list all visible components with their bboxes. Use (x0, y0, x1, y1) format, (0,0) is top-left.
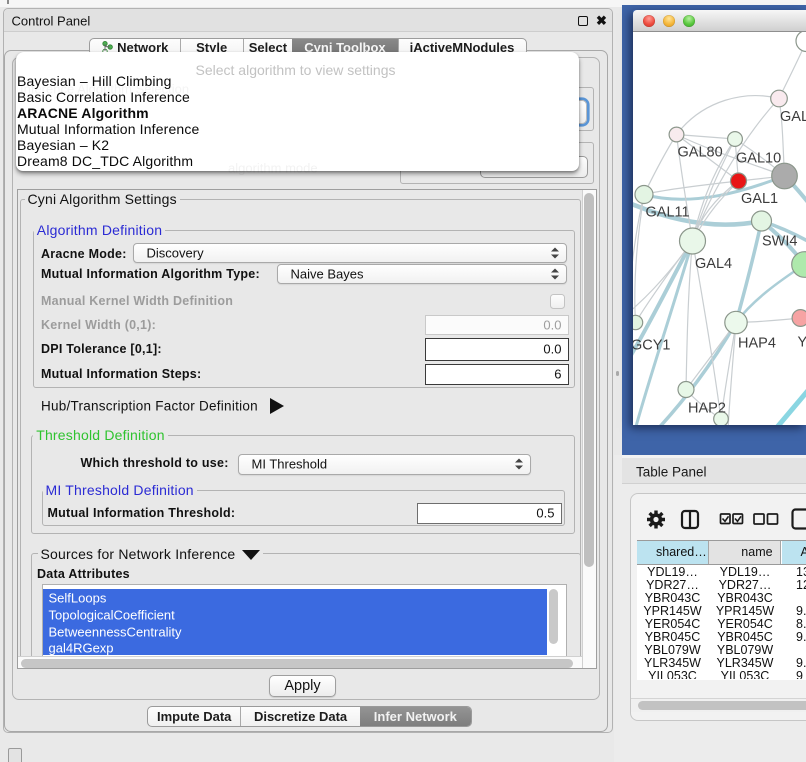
svg-text:GAL7: GAL7 (780, 109, 806, 125)
svg-text:GAL1: GAL1 (741, 191, 778, 207)
svg-text:YD: YD (798, 334, 806, 350)
svg-text:GCY1: GCY1 (633, 337, 671, 353)
svg-text:SWI4: SWI4 (762, 233, 797, 249)
svg-text:HAP4: HAP4 (738, 335, 776, 351)
svg-text:GAL4: GAL4 (695, 256, 732, 272)
svg-text:HAP2: HAP2 (688, 400, 726, 416)
svg-text:GAL11: GAL11 (646, 204, 690, 220)
svg-text:GAL10: GAL10 (736, 150, 781, 166)
svg-text:GAL80: GAL80 (678, 144, 723, 160)
